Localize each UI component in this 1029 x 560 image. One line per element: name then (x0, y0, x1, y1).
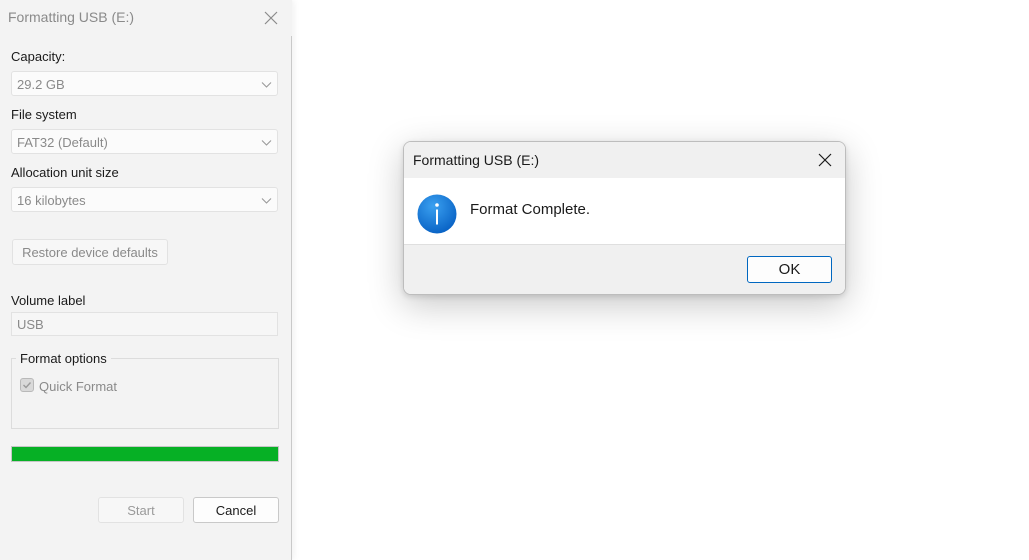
dialog-close-button[interactable] (812, 148, 838, 172)
allocation-unit-value: 16 kilobytes (17, 193, 86, 208)
info-icon (417, 194, 457, 234)
close-icon (818, 153, 832, 167)
file-system-value: FAT32 (Default) (17, 135, 108, 150)
dialog-footer: OK (404, 244, 845, 294)
quick-format-label: Quick Format (39, 379, 118, 394)
format-window: Formatting USB (E:) Capacity: 29.2 GB Fi… (0, 0, 292, 560)
dialog-titlebar[interactable]: Formatting USB (E:) (404, 142, 845, 178)
allocation-unit-select[interactable]: 16 kilobytes (11, 187, 278, 212)
ok-button[interactable]: OK (747, 256, 832, 283)
format-progress-bar (11, 446, 279, 462)
chevron-down-icon (261, 82, 272, 88)
chevron-down-icon (261, 140, 272, 146)
dialog-body: Format Complete. (404, 178, 845, 244)
close-icon (264, 11, 278, 25)
restore-device-defaults-button[interactable]: Restore device defaults (12, 239, 168, 265)
allocation-unit-label: Allocation unit size (11, 165, 119, 180)
chevron-down-icon (261, 198, 272, 204)
capacity-value: 29.2 GB (17, 77, 65, 92)
start-button[interactable]: Start (98, 497, 184, 523)
file-system-select[interactable]: FAT32 (Default) (11, 129, 278, 154)
format-progress-fill (12, 447, 278, 461)
format-window-close-button[interactable] (258, 5, 284, 31)
format-options-legend: Format options (16, 351, 111, 366)
quick-format-checkbox[interactable] (20, 378, 34, 392)
format-window-title: Formatting USB (E:) (8, 9, 135, 25)
volume-label-label: Volume label (11, 293, 86, 308)
format-window-titlebar[interactable]: Formatting USB (E:) (0, 0, 292, 36)
dialog-title: Formatting USB (E:) (413, 152, 540, 168)
capacity-select[interactable]: 29.2 GB (11, 71, 278, 96)
cancel-button[interactable]: Cancel (193, 497, 279, 523)
volume-label-input[interactable]: USB (11, 312, 278, 336)
capacity-label: Capacity: (11, 49, 66, 64)
dialog-message: Format Complete. (470, 201, 591, 218)
format-complete-dialog: Formatting USB (E:) Format Complete. OK (403, 141, 846, 295)
checkmark-icon (23, 382, 32, 389)
volume-label-value: USB (17, 317, 44, 332)
file-system-label: File system (11, 107, 77, 122)
